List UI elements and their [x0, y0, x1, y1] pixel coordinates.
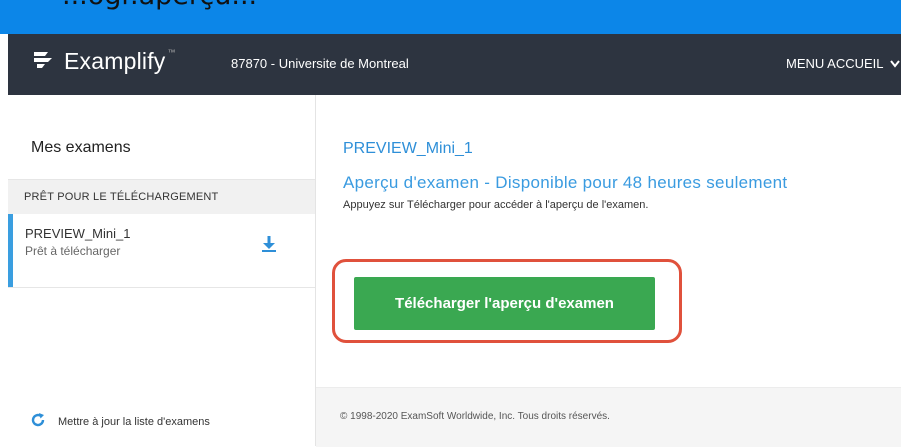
selected-accent-bar — [8, 214, 13, 287]
copyright-text: © 1998-2020 ExamSoft Worldwide, Inc. Tou… — [340, 411, 610, 422]
main-content: PREVIEW_Mini_1 Aperçu d'examen - Disponi… — [316, 95, 901, 447]
preview-description: Appuyez sur Télécharger pour accéder à l… — [343, 199, 649, 211]
download-preview-button[interactable]: Télécharger l'aperçu d'examen — [354, 277, 655, 330]
sidebar: Mes examens PRÊT POUR LE TÉLÉCHARGEMENT … — [8, 95, 316, 446]
chevron-down-icon — [884, 56, 900, 71]
section-header-ready: PRÊT POUR LE TÉLÉCHARGEMENT — [8, 179, 315, 216]
refresh-icon — [30, 412, 46, 431]
exam-item-name: PREVIEW_Mini_1 — [25, 226, 131, 241]
download-icon[interactable] — [261, 235, 277, 258]
exam-list-item[interactable]: PREVIEW_Mini_1 Prêt à télécharger — [8, 214, 315, 288]
exam-item-status: Prêt à télécharger — [25, 244, 121, 258]
top-strip: ...ogr.aperçu... — [0, 0, 901, 34]
clipped-title-text: ...ogr.aperçu... — [62, 0, 257, 11]
app-header: Examplify ™ 87870 - Universite de Montrea… — [8, 34, 901, 95]
sidebar-title: Mes examens — [31, 139, 131, 156]
brand-name: Examplify ™ — [64, 48, 176, 74]
exam-title: PREVIEW_Mini_1 — [343, 140, 473, 157]
refresh-label: Mettre à jour la liste d'examens — [58, 415, 210, 428]
section-header-label: PRÊT POUR LE TÉLÉCHARGEMENT — [24, 191, 219, 203]
brand-logo[interactable]: Examplify ™ — [32, 48, 176, 75]
menu-label: MENU ACCUEIL — [786, 56, 884, 71]
menu-accueil-dropdown[interactable]: MENU ACCUEIL — [786, 56, 900, 71]
refresh-exams-link[interactable]: Mettre à jour la liste d'examens — [30, 412, 210, 431]
institution-label: 87870 - Universite de Montreal — [231, 56, 409, 71]
preview-availability-subtitle: Aperçu d'examen - Disponible pour 48 heu… — [343, 173, 788, 192]
footer: © 1998-2020 ExamSoft Worldwide, Inc. Tou… — [316, 387, 901, 447]
examplify-logo-icon — [32, 49, 54, 74]
